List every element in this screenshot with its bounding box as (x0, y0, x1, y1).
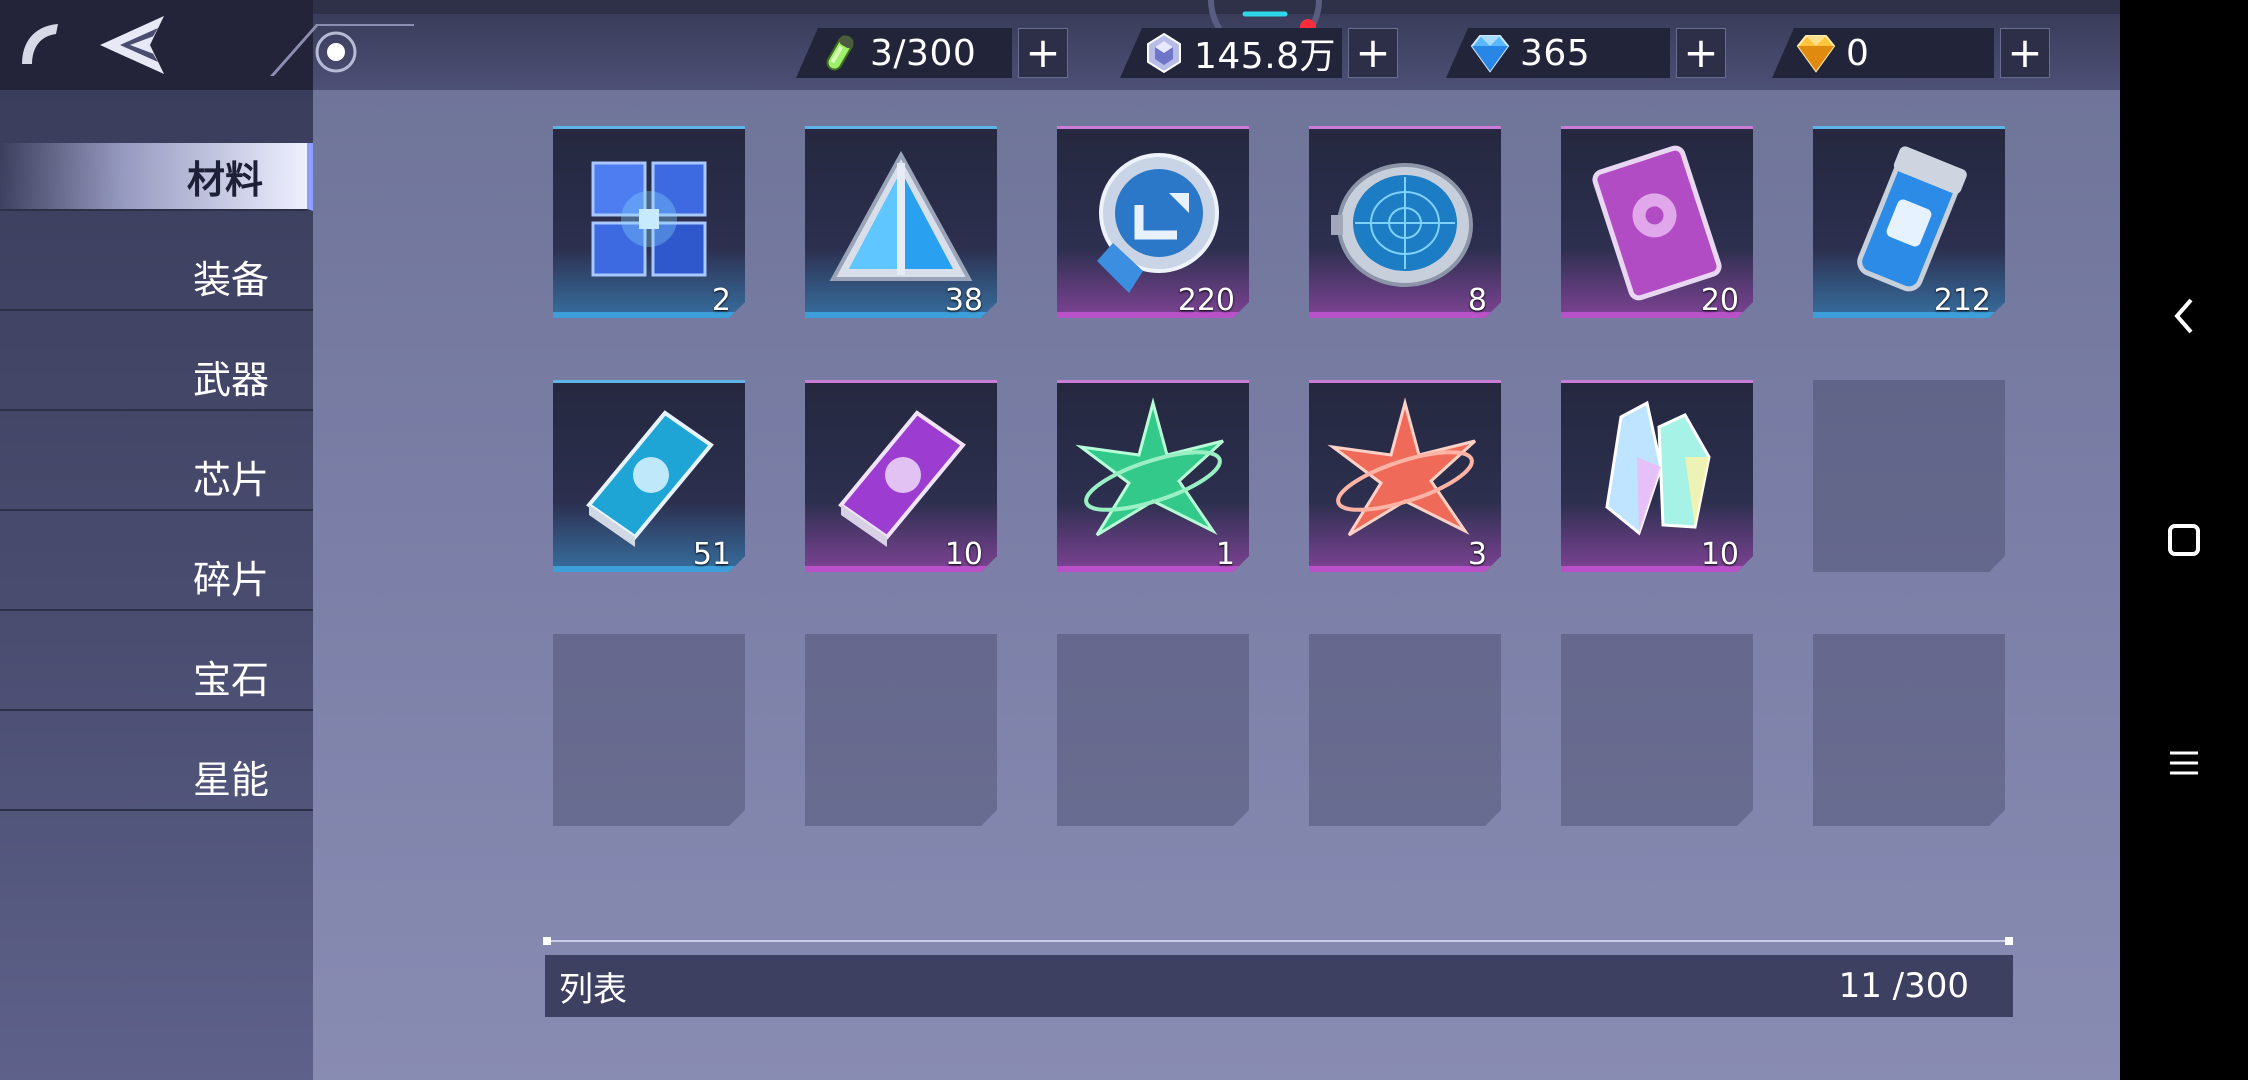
empty-inventory-slot[interactable] (1813, 380, 2005, 572)
empty-inventory-slot[interactable] (1813, 634, 2005, 826)
inventory-slot[interactable]: 20 (1561, 126, 1753, 318)
inventory-slot[interactable]: 51 (553, 380, 745, 572)
prism-crystal-icon (1605, 400, 1711, 536)
resource-value: 0 (1846, 32, 1870, 74)
empty-inventory-slot[interactable] (805, 634, 997, 826)
add-stamina-button[interactable]: + (1018, 28, 1068, 78)
record-button-icon[interactable] (260, 22, 414, 78)
category-tab-weapons[interactable]: 武器 (0, 343, 313, 411)
category-tab-gems[interactable]: 宝石 (0, 643, 313, 711)
category-tab-equipment[interactable]: 装备 (0, 243, 313, 311)
upgrade-medal-icon (1097, 153, 1219, 293)
resource-gold-diamond: 0 + (1772, 26, 2050, 80)
item-count: 10 (1700, 537, 1739, 572)
category-tab-chips[interactable]: 芯片 (0, 443, 313, 511)
item-count: 212 (1933, 283, 1991, 318)
resource-stamina: 3/300 + (796, 26, 1068, 80)
green-star-crystal-icon (1075, 397, 1225, 537)
category-tab-materials[interactable]: 材料 (0, 143, 313, 211)
inventory-slot[interactable]: 1 (1057, 380, 1249, 572)
item-count: 2 (711, 283, 731, 318)
radar-compass-icon (1331, 163, 1473, 287)
item-count: 8 (1467, 283, 1487, 318)
square-icon (2168, 524, 2200, 556)
inventory-slot[interactable]: 212 (1813, 126, 2005, 318)
category-tab-star-energy[interactable]: 星能 (0, 743, 313, 811)
resource-crystal-coin: 145.8万 + (1120, 26, 1398, 80)
divider-cap (543, 937, 551, 945)
nav-home-button[interactable] (2158, 514, 2210, 566)
inventory-slot[interactable]: 2 (553, 126, 745, 318)
inventory-footer: 列表 11 /300 (545, 955, 2013, 1017)
power-fist-canister-icon (1857, 146, 1967, 292)
item-count: 220 (1177, 283, 1235, 318)
resource-value: 365 (1520, 32, 1591, 74)
add-crystal-coin-button[interactable]: + (1348, 28, 1398, 78)
divider-cap (2005, 937, 2013, 945)
swoosh-icon (22, 24, 58, 64)
resource-value: 145.8万 (1194, 36, 1337, 77)
inventory-slot[interactable]: 38 (805, 126, 997, 318)
inventory-capacity: 11 /300 (1838, 966, 1969, 1006)
resource-value: 3/300 (870, 32, 977, 74)
divider (543, 940, 2013, 942)
blue-wolf-book-icon (586, 410, 714, 547)
purple-wolf-book-icon (838, 410, 966, 547)
item-count: 3 (1467, 537, 1487, 572)
back-arrow-icon[interactable] (98, 14, 168, 76)
purple-card-icon (1592, 145, 1722, 301)
item-count: 51 (692, 537, 731, 572)
empty-inventory-slot[interactable] (1309, 634, 1501, 826)
inventory-slot[interactable]: 220 (1057, 126, 1249, 318)
crystal-coin-icon (1147, 32, 1181, 74)
empty-inventory-slot[interactable] (1561, 634, 1753, 826)
red-star-crystal-icon (1327, 397, 1477, 537)
gold-diamond-icon (1796, 35, 1836, 73)
blue-diamond-icon (1470, 35, 1510, 73)
inventory-slot[interactable]: 10 (805, 380, 997, 572)
stamina-vial-icon (826, 35, 854, 71)
top-strip (0, 0, 2120, 14)
resource-blue-diamond: 365 + (1446, 26, 1726, 80)
empty-inventory-slot[interactable] (553, 634, 745, 826)
item-count: 20 (1700, 283, 1739, 318)
empty-inventory-slot[interactable] (1057, 634, 1249, 826)
add-blue-diamond-button[interactable]: + (1676, 28, 1726, 78)
blue-pyramid-crystal-icon (829, 150, 973, 281)
nav-menu-button[interactable] (2158, 737, 2210, 789)
hamburger-icon (2170, 751, 2198, 775)
item-count: 38 (944, 283, 983, 318)
blue-cube-icon (591, 161, 707, 277)
inventory-slot[interactable]: 8 (1309, 126, 1501, 318)
nav-back-button[interactable] (2158, 290, 2210, 342)
item-count: 1 (1215, 537, 1235, 572)
list-label: 列表 (559, 969, 627, 1010)
inventory-slot[interactable]: 3 (1309, 380, 1501, 572)
item-count: 10 (944, 537, 983, 572)
add-gold-diamond-button[interactable]: + (2000, 28, 2050, 78)
chevron-left-icon (2174, 298, 2193, 334)
inventory-slot[interactable]: 10 (1561, 380, 1753, 572)
category-tab-fragments[interactable]: 碎片 (0, 543, 313, 611)
